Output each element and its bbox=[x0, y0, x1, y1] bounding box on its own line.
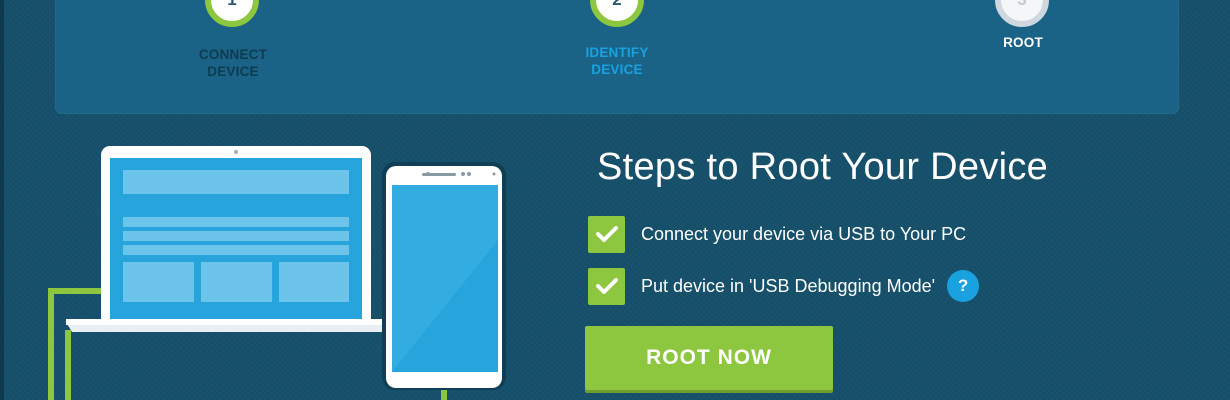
laptop-icon bbox=[66, 146, 406, 332]
step-3-circle: 3 bbox=[995, 0, 1049, 27]
page-heading: Steps to Root Your Device bbox=[597, 146, 1049, 188]
step-3-label: ROOT bbox=[943, 34, 1103, 51]
checklist-item-debugging: Put device in 'USB Debugging Mode' ? bbox=[588, 267, 980, 305]
help-icon-label: ? bbox=[957, 276, 969, 295]
checklist-item-connect: Connect your device via USB to Your PC bbox=[588, 215, 967, 253]
checklist-text-connect: Connect your device via USB to Your PC bbox=[641, 223, 967, 244]
checklist-text-debugging: Put device in 'USB Debugging Mode' bbox=[641, 275, 936, 296]
step-3-label-line1: ROOT bbox=[1003, 35, 1043, 50]
step-2-circle: 2 bbox=[590, 0, 644, 27]
checkbox-connect[interactable] bbox=[588, 215, 625, 253]
phone-icon bbox=[382, 162, 506, 390]
step-2-number: 2 bbox=[612, 0, 621, 10]
checkmark-icon bbox=[595, 278, 618, 294]
root-now-button[interactable]: ROOT NOW bbox=[585, 326, 833, 390]
help-icon[interactable]: ? bbox=[947, 270, 980, 302]
step-2-label: IDENTIFY DEVICE bbox=[537, 44, 697, 78]
checkmark-icon bbox=[595, 226, 618, 242]
device-illustration bbox=[48, 146, 506, 400]
step-2-label-line1: IDENTIFY bbox=[585, 45, 649, 60]
step-3-number: 3 bbox=[1017, 0, 1026, 10]
step-2-label-line2: DEVICE bbox=[591, 62, 643, 77]
checkbox-debugging[interactable] bbox=[588, 267, 625, 305]
